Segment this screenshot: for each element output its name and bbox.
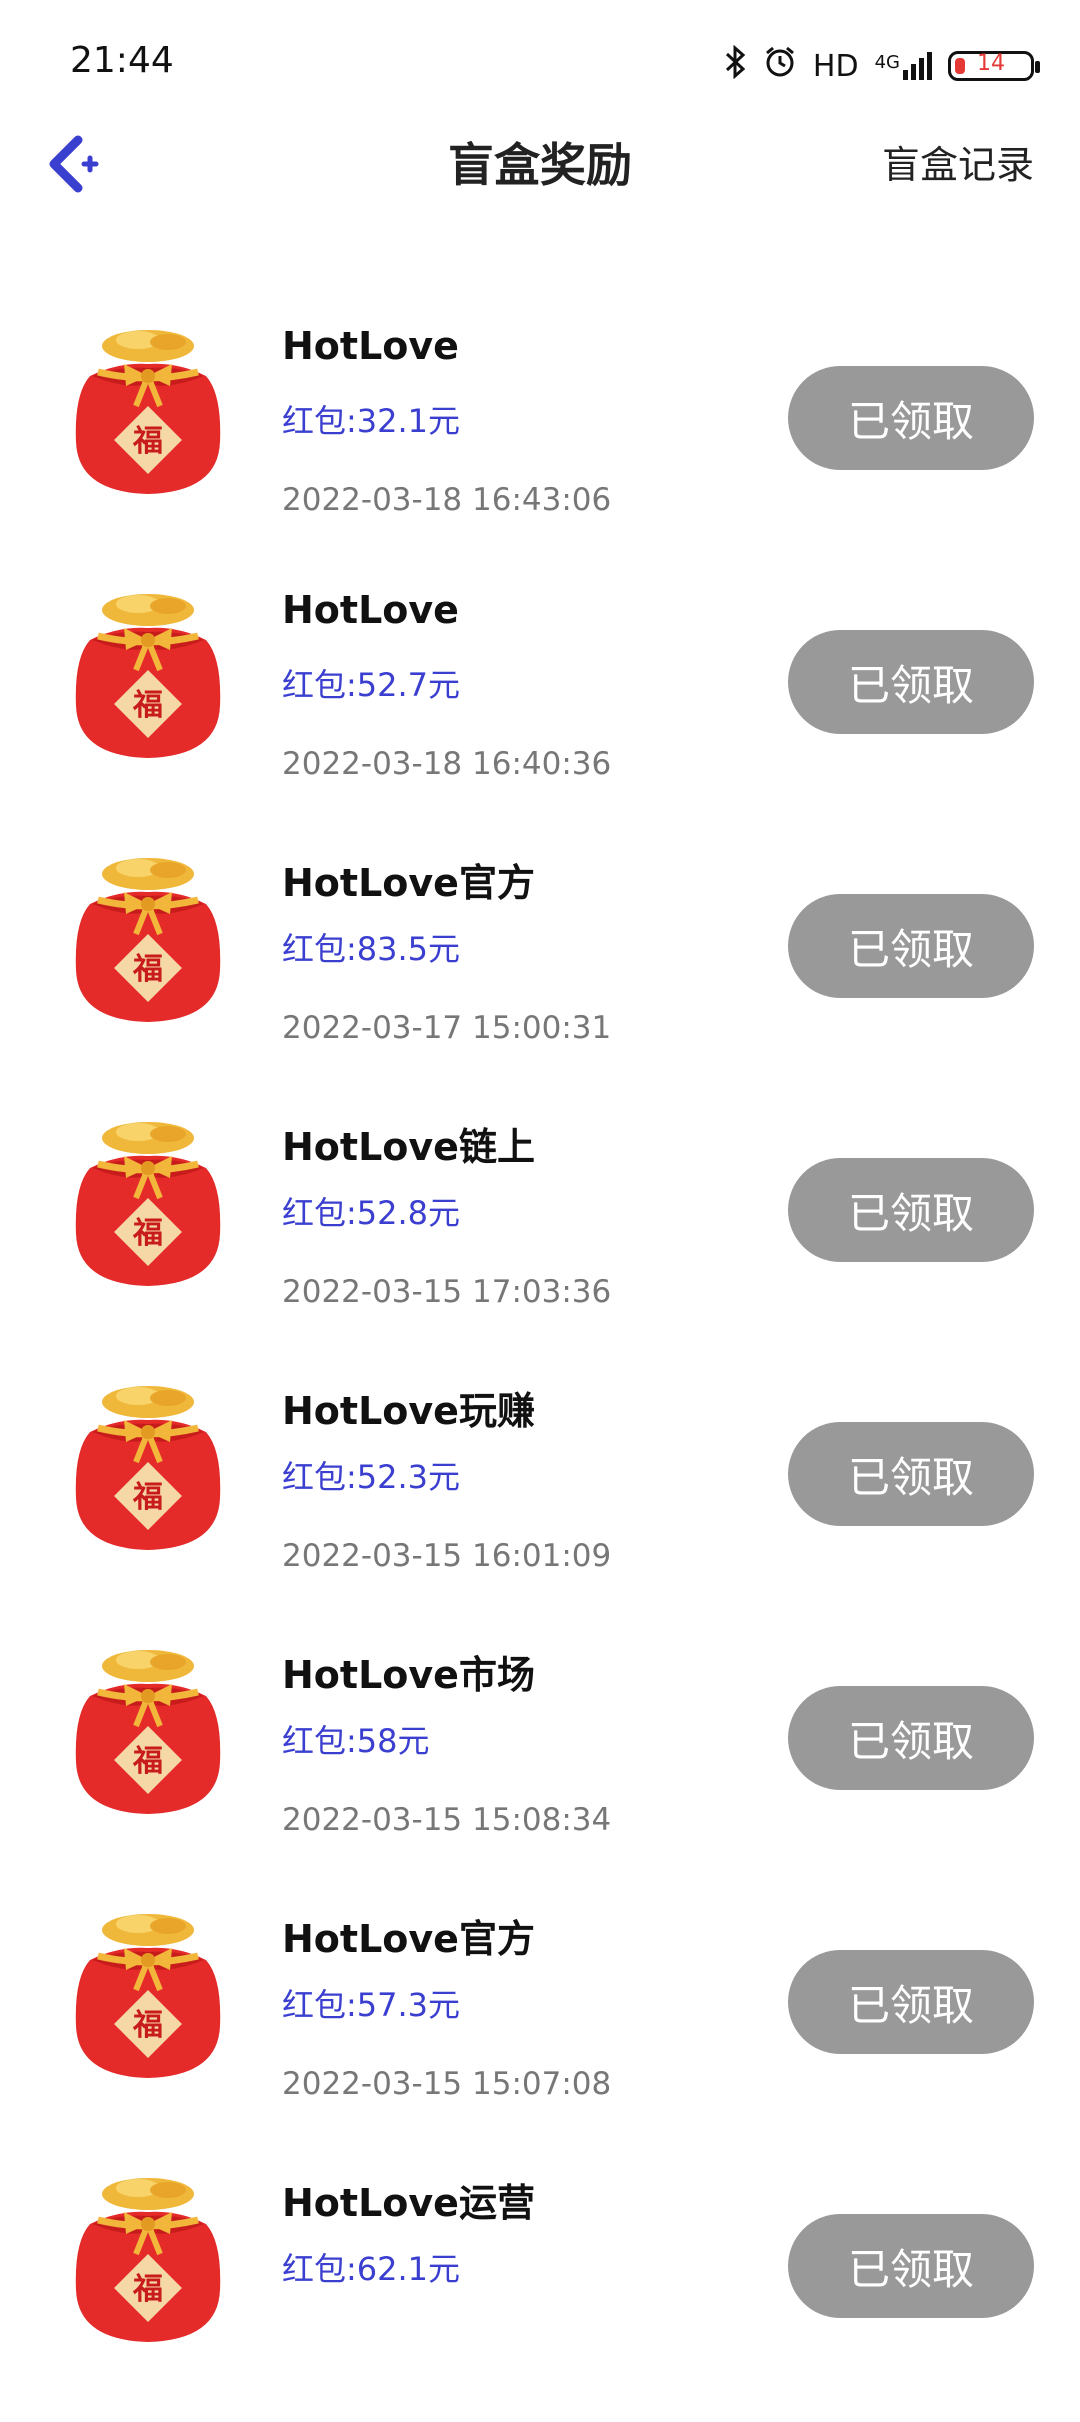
item-title: HotLove官方 <box>282 1917 535 1961</box>
svg-text:福: 福 <box>132 2272 163 2307</box>
lucky-bag-icon: 福 <box>68 1908 228 2088</box>
network-label: 4G <box>874 52 900 73</box>
item-time: 2022-03-15 15:07:08 <box>282 2066 612 2102</box>
item-time: 2022-03-15 17:03:36 <box>282 1274 612 1310</box>
item-title: HotLove <box>282 588 459 632</box>
hd-label: HD <box>812 48 859 84</box>
item-time: 2022-03-18 16:40:36 <box>282 746 612 782</box>
item-title: HotLove市场 <box>282 1653 535 1697</box>
battery-level: 14 <box>977 51 1005 76</box>
reward-list-item: 福 HotLove官方 红包:57.3元 2022-03-15 15:07:08… <box>0 1894 1080 2158</box>
lucky-bag-icon: 福 <box>68 324 228 504</box>
signal-icon: 4G <box>875 52 932 80</box>
status-icons: HD 4G 14 <box>723 44 1040 87</box>
item-title: HotLove玩赚 <box>282 1389 535 1433</box>
claimed-button[interactable]: 已领取 <box>788 630 1034 734</box>
svg-text:福: 福 <box>132 1216 163 1251</box>
claimed-button[interactable]: 已领取 <box>788 1422 1034 1526</box>
claimed-button[interactable]: 已领取 <box>788 1158 1034 1262</box>
status-bar: 21:44 HD 4G 14 <box>0 0 1080 130</box>
bluetooth-icon <box>723 44 747 87</box>
claimed-button[interactable]: 已领取 <box>788 366 1034 470</box>
item-time: 2022-03-15 16:01:09 <box>282 1538 612 1574</box>
svg-text:福: 福 <box>132 688 163 723</box>
reward-list-item: 福 HotLove市场 红包:58元 2022-03-15 15:08:34 已… <box>0 1630 1080 1894</box>
reward-list-item: 福 HotLove 红包:32.1元 2022-03-18 16:43:06 已… <box>0 310 1080 574</box>
status-time: 21:44 <box>70 40 174 81</box>
lucky-bag-icon: 福 <box>68 588 228 768</box>
item-amount: 红包:83.5元 <box>282 930 461 968</box>
lucky-bag-icon: 福 <box>68 1644 228 1824</box>
item-amount: 红包:52.8元 <box>282 1194 461 1232</box>
item-amount: 红包:32.1元 <box>282 402 461 440</box>
item-time: 2022-03-18 16:43:06 <box>282 482 612 518</box>
lucky-bag-icon: 福 <box>68 852 228 1032</box>
item-title: HotLove <box>282 324 459 368</box>
claimed-button[interactable]: 已领取 <box>788 2214 1034 2318</box>
claimed-button[interactable]: 已领取 <box>788 1686 1034 1790</box>
lucky-bag-icon: 福 <box>68 2172 228 2352</box>
svg-text:福: 福 <box>132 424 163 459</box>
lucky-bag-icon: 福 <box>68 1380 228 1560</box>
header: 盲盒奖励 盲盒记录 <box>0 130 1080 260</box>
item-time: 2022-03-15 15:08:34 <box>282 1802 612 1838</box>
item-title: HotLove链上 <box>282 1125 535 1169</box>
lucky-bag-icon: 福 <box>68 1116 228 1296</box>
item-amount: 红包:57.3元 <box>282 1986 461 2024</box>
item-title: HotLove运营 <box>282 2181 535 2225</box>
svg-text:福: 福 <box>132 1480 163 1515</box>
item-amount: 红包:62.1元 <box>282 2250 461 2288</box>
svg-text:福: 福 <box>132 1744 163 1779</box>
claimed-button[interactable]: 已领取 <box>788 894 1034 998</box>
svg-text:福: 福 <box>132 952 163 987</box>
item-amount: 红包:58元 <box>282 1722 430 1760</box>
item-amount: 红包:52.7元 <box>282 666 461 704</box>
item-time: 2022-03-17 15:00:31 <box>282 1010 612 1046</box>
reward-list: 福 HotLove 红包:32.1元 2022-03-18 16:43:06 已… <box>0 310 1080 2422</box>
battery-icon: 14 <box>948 51 1040 81</box>
item-title: HotLove官方 <box>282 861 535 905</box>
alarm-icon <box>763 45 797 87</box>
claimed-button[interactable]: 已领取 <box>788 1950 1034 2054</box>
svg-text:福: 福 <box>132 2008 163 2043</box>
reward-list-item: 福 HotLove玩赚 红包:52.3元 2022-03-15 16:01:09… <box>0 1366 1080 1630</box>
item-amount: 红包:52.3元 <box>282 1458 461 1496</box>
reward-list-item: 福 HotLove官方 红包:83.5元 2022-03-17 15:00:31… <box>0 838 1080 1102</box>
reward-list-item: 福 HotLove 红包:52.7元 2022-03-18 16:40:36 已… <box>0 574 1080 838</box>
reward-list-item: 福 HotLove运营 红包:62.1元 已领取 <box>0 2158 1080 2422</box>
reward-list-item: 福 HotLove链上 红包:52.8元 2022-03-15 17:03:36… <box>0 1102 1080 1366</box>
blind-box-records-link[interactable]: 盲盒记录 <box>882 130 1034 200</box>
